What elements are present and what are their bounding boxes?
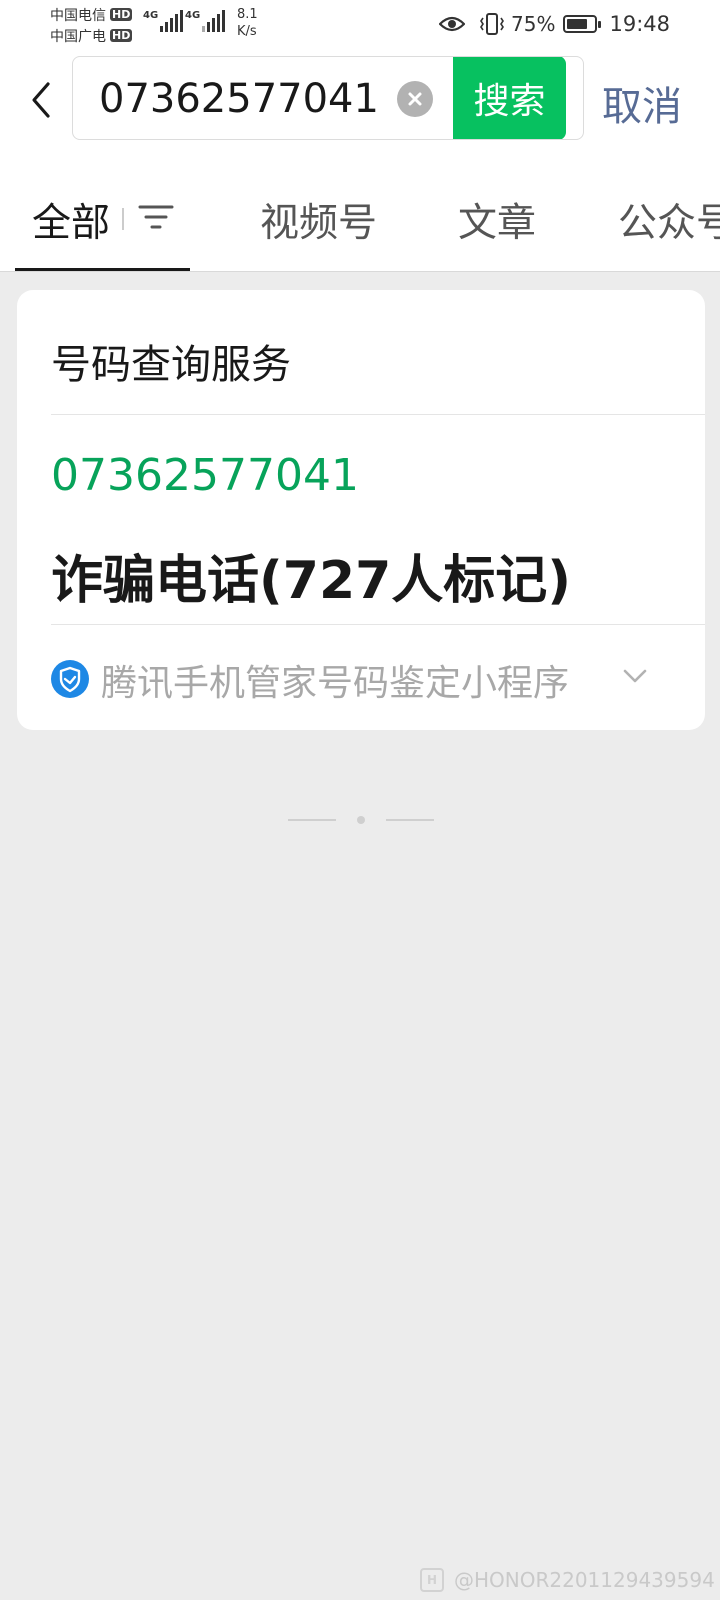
watermark-text: @HONOR2201129439594: [454, 1568, 715, 1592]
network-speed-value: 8.1: [237, 7, 258, 22]
hd-badge-2: HD: [110, 29, 133, 42]
network-speed: 8.1 K/s: [237, 6, 258, 40]
tabs-divider: [0, 271, 720, 272]
tab-video-channel[interactable]: 视频号: [260, 192, 377, 248]
card-divider: [51, 414, 705, 415]
end-of-results-marker: [288, 816, 434, 824]
carrier-2: 中国广电 HD: [50, 25, 133, 46]
carrier-2-name: 中国广电: [50, 28, 106, 45]
lookup-result: 诈骗电话(727人标记): [51, 551, 572, 611]
top-panel: 中国电信 HD 中国广电 HD 4G 4G 8.1 K/s 75% 19:48 …: [0, 0, 720, 272]
mini-program-source[interactable]: 腾讯手机管家号码鉴定小程序: [101, 654, 569, 706]
signal-icon-1: 4G: [143, 10, 185, 32]
eye-comfort-icon: [439, 16, 466, 32]
search-box: 搜索: [72, 56, 584, 140]
card-divider: [51, 624, 705, 625]
cancel-button[interactable]: 取消: [602, 74, 682, 132]
back-arrow-icon[interactable]: [26, 78, 56, 122]
tencent-shield-icon: [51, 660, 89, 698]
clock: 19:48: [609, 12, 670, 36]
tab-articles[interactable]: 文章: [458, 192, 536, 248]
search-button[interactable]: 搜索: [453, 57, 566, 139]
vibrate-icon: [480, 13, 504, 35]
signal-icon-2: 4G: [185, 10, 227, 32]
filter-icon[interactable]: [138, 202, 174, 232]
search-tabs: 全部 视频号 文章 公众号: [0, 180, 720, 272]
network-speed-unit: K/s: [237, 24, 257, 39]
tab-all[interactable]: 全部: [32, 192, 110, 248]
carrier-info: 中国电信 HD 中国广电 HD: [50, 4, 133, 46]
watermark: H @HONOR2201129439594: [420, 1568, 715, 1592]
battery-fill: [567, 19, 587, 29]
card-title: 号码查询服务: [51, 342, 291, 388]
hd-badge-1: HD: [110, 8, 133, 21]
status-right: 75% 19:48: [439, 10, 670, 38]
clear-search-button[interactable]: [397, 81, 433, 117]
phone-number: 07362577041: [51, 450, 359, 501]
tab-official-accounts[interactable]: 公众号: [618, 192, 720, 248]
carrier-1: 中国电信 HD: [50, 4, 133, 25]
chevron-down-icon[interactable]: [621, 664, 649, 688]
number-lookup-card[interactable]: 号码查询服务 07362577041 诈骗电话(727人标记) 腾讯手机管家号码…: [17, 290, 705, 730]
carrier-1-name: 中国电信: [50, 7, 106, 24]
tab-divider: [122, 208, 124, 230]
battery-icon: [563, 15, 602, 33]
close-icon: [408, 92, 422, 106]
network-type-1: 4G: [143, 10, 159, 21]
network-type-2: 4G: [185, 10, 201, 21]
honor-logo-icon: H: [420, 1568, 444, 1592]
battery-percent: 75%: [511, 12, 556, 36]
status-bar: 中国电信 HD 中国广电 HD 4G 4G 8.1 K/s 75% 19:48: [0, 0, 720, 48]
search-input[interactable]: [99, 57, 399, 139]
